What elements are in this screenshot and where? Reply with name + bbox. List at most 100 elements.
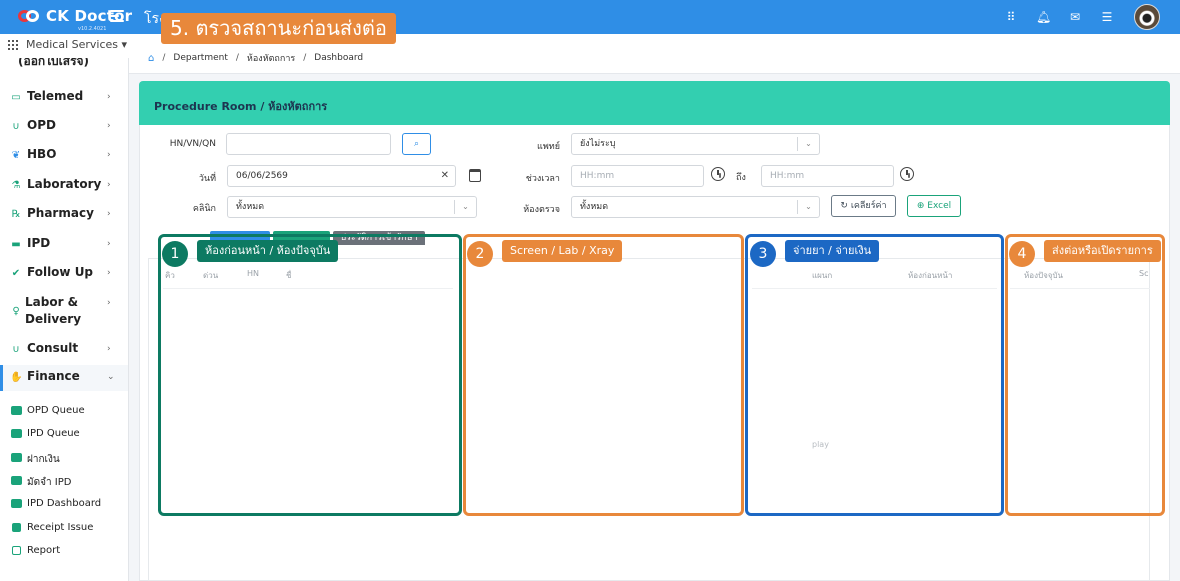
- annotation-label-4: ส่งต่อหรือเปิดรายการ: [1044, 240, 1161, 262]
- search-button[interactable]: ⌕: [402, 133, 431, 155]
- money-icon: [11, 429, 22, 438]
- date-input[interactable]: 06/06/2569 ✕: [227, 165, 456, 187]
- sidebar-sub-receipt-issue[interactable]: Receipt Issue: [0, 522, 128, 536]
- breadcrumb: ⌂ / Department / ห้องหัตถการ / Dashboard: [148, 51, 364, 65]
- sidebar-item-hbo[interactable]: ❦ HBO ›: [0, 146, 128, 166]
- receipt-icon: [12, 523, 21, 532]
- sidebar-sub-ipd-queue[interactable]: IPD Queue: [0, 428, 128, 442]
- chevron-right-icon: ›: [107, 239, 111, 249]
- time-from-input[interactable]: HH:mm: [571, 165, 704, 187]
- sidebar-item-ipd[interactable]: ▬ IPD ›: [0, 235, 128, 255]
- active-indicator: [0, 365, 3, 391]
- clinic-select[interactable]: ทั้งหมด ⌄: [227, 196, 477, 218]
- search-icon: ⌕: [413, 139, 420, 149]
- annotation-number-3: 3: [750, 241, 776, 267]
- home-icon[interactable]: ⌂: [148, 53, 154, 64]
- user-check-icon: ✔: [11, 268, 21, 279]
- sidebar-item-telemed[interactable]: ▭ Telemed ›: [0, 88, 128, 108]
- chevron-right-icon: ›: [107, 268, 111, 278]
- brand-logo-icon: [18, 8, 40, 24]
- annotation-box-1: [158, 234, 462, 516]
- bell-icon[interactable]: 🔔︎: [1036, 10, 1051, 24]
- time-range-label: ช่วงเวลา: [525, 174, 560, 184]
- clinic-label: คลินิก: [192, 204, 216, 214]
- sidebar-sub-deposit[interactable]: ฝากเงิน: [0, 452, 128, 466]
- breadcrumb-dashboard: Dashboard: [314, 53, 364, 63]
- annotation-box-4: [1005, 234, 1165, 516]
- doctor-label: แพทย์: [537, 142, 560, 152]
- sidebar-item-laboratory[interactable]: ⚗ Laboratory ›: [0, 176, 128, 196]
- download-icon: ⊕: [916, 201, 925, 211]
- breadcrumb-department[interactable]: Department: [173, 53, 227, 63]
- annotation-label-1: ห้องก่อนหน้า / ห้องปัจจุบัน: [197, 240, 339, 262]
- sidebar-sub-report[interactable]: Report: [0, 545, 128, 559]
- sidebar-sub-ipd-dashboard[interactable]: IPD Dashboard: [0, 498, 128, 512]
- chevron-right-icon: ›: [107, 180, 111, 190]
- clear-date-icon[interactable]: ✕: [441, 166, 449, 186]
- checklist-icon[interactable]: ☰: [1100, 10, 1114, 24]
- money-icon: [11, 406, 22, 415]
- chevron-right-icon: ›: [107, 209, 111, 219]
- chevron-down-icon: ⌄: [797, 137, 819, 151]
- excel-button[interactable]: ⊕ Excel: [907, 195, 961, 217]
- step-banner: 5. ตรวจสถานะก่อนส่งต่อ: [161, 13, 396, 44]
- money-icon: [11, 476, 22, 485]
- app-version: v10.2.4021: [78, 26, 107, 32]
- sidebar-item-pharmacy[interactable]: ℞ Pharmacy ›: [0, 205, 128, 225]
- breadcrumb-procedure-room[interactable]: ห้องหัตถการ: [247, 51, 295, 65]
- flask-icon: ⚗: [11, 180, 21, 191]
- annotation-number-4: 4: [1009, 241, 1035, 267]
- sidebar-item-consult[interactable]: ∪ Consult ›: [0, 340, 128, 360]
- bed-icon: [11, 499, 22, 508]
- chevron-right-icon: ›: [107, 298, 111, 308]
- medical-services-label: Medical Services ▾: [26, 38, 128, 51]
- apps-grid-icon[interactable]: ⠿: [1004, 10, 1018, 24]
- date-value: 06/06/2569: [236, 171, 288, 181]
- chevron-right-icon: ›: [107, 92, 111, 102]
- clear-button[interactable]: ↻ เคลียร์ค่า: [831, 195, 896, 217]
- top-icons: ⠿ 🔔︎ ✉ ☰: [986, 4, 1160, 30]
- chevron-right-icon: ›: [107, 121, 111, 131]
- time-to-input[interactable]: HH:mm: [761, 165, 894, 187]
- annotation-label-2: Screen / Lab / Xray: [502, 240, 623, 262]
- menu-toggle-icon[interactable]: [110, 10, 124, 24]
- mail-icon[interactable]: ✉: [1068, 10, 1082, 24]
- annotation-number-1: 1: [162, 241, 188, 267]
- annotation-box-2: [463, 234, 744, 516]
- card-title: Procedure Room / ห้องหัตถการ: [154, 100, 328, 113]
- chevron-down-icon: ⌄: [454, 200, 476, 214]
- room-select[interactable]: ทั้งหมด ⌄: [571, 196, 820, 218]
- sidebar-sub-ipd-deposit[interactable]: มัดจำ IPD: [0, 475, 128, 489]
- money-hand-icon: ✋: [10, 372, 23, 383]
- chevron-down-icon: ⌄: [797, 200, 819, 214]
- calendar-icon[interactable]: [469, 169, 481, 182]
- money-icon: [11, 453, 22, 462]
- sidebar-item-follow-up[interactable]: ✔ Follow Up ›: [0, 264, 128, 284]
- clock-icon[interactable]: [900, 167, 914, 181]
- to-label: ถึง: [736, 173, 746, 183]
- medical-services-menu[interactable]: Medical Services ▾: [8, 38, 127, 51]
- leaf-icon: ❦: [11, 150, 21, 161]
- stethoscope-icon: ∪: [12, 344, 20, 355]
- sidebar: (ออกใบเสร็จ) ▭ Telemed › ∪ OPD › ❦ HBO ›…: [0, 58, 129, 581]
- card-header: Procedure Room / ห้องหัตถการ: [139, 81, 1170, 125]
- chevron-right-icon: ›: [107, 150, 111, 160]
- stethoscope-icon: ∪: [12, 121, 20, 132]
- annotation-number-2: 2: [467, 241, 493, 267]
- doctor-value: ยังไม่ระบุ: [580, 139, 616, 149]
- hn-input[interactable]: [226, 133, 391, 155]
- sidebar-item-opd[interactable]: ∪ OPD ›: [0, 117, 128, 137]
- sidebar-item-finance[interactable]: ✋ Finance ⌄: [0, 365, 128, 391]
- sidebar-sub-opd-queue[interactable]: OPD Queue: [0, 405, 128, 419]
- pill-icon: ℞: [11, 209, 21, 220]
- baby-icon: ♀: [12, 306, 20, 317]
- video-icon: ▭: [11, 92, 21, 103]
- clock-icon[interactable]: [711, 167, 725, 181]
- annotation-box-3: [745, 234, 1004, 516]
- avatar[interactable]: [1134, 4, 1160, 30]
- doctor-select[interactable]: ยังไม่ระบุ ⌄: [571, 133, 820, 155]
- document-icon: [12, 546, 21, 555]
- sidebar-cut-item: (ออกใบเสร็จ): [18, 58, 90, 68]
- sidebar-item-labor-delivery[interactable]: ♀ Labor & Delivery ›: [0, 294, 128, 330]
- date-label: วันที่: [198, 174, 216, 184]
